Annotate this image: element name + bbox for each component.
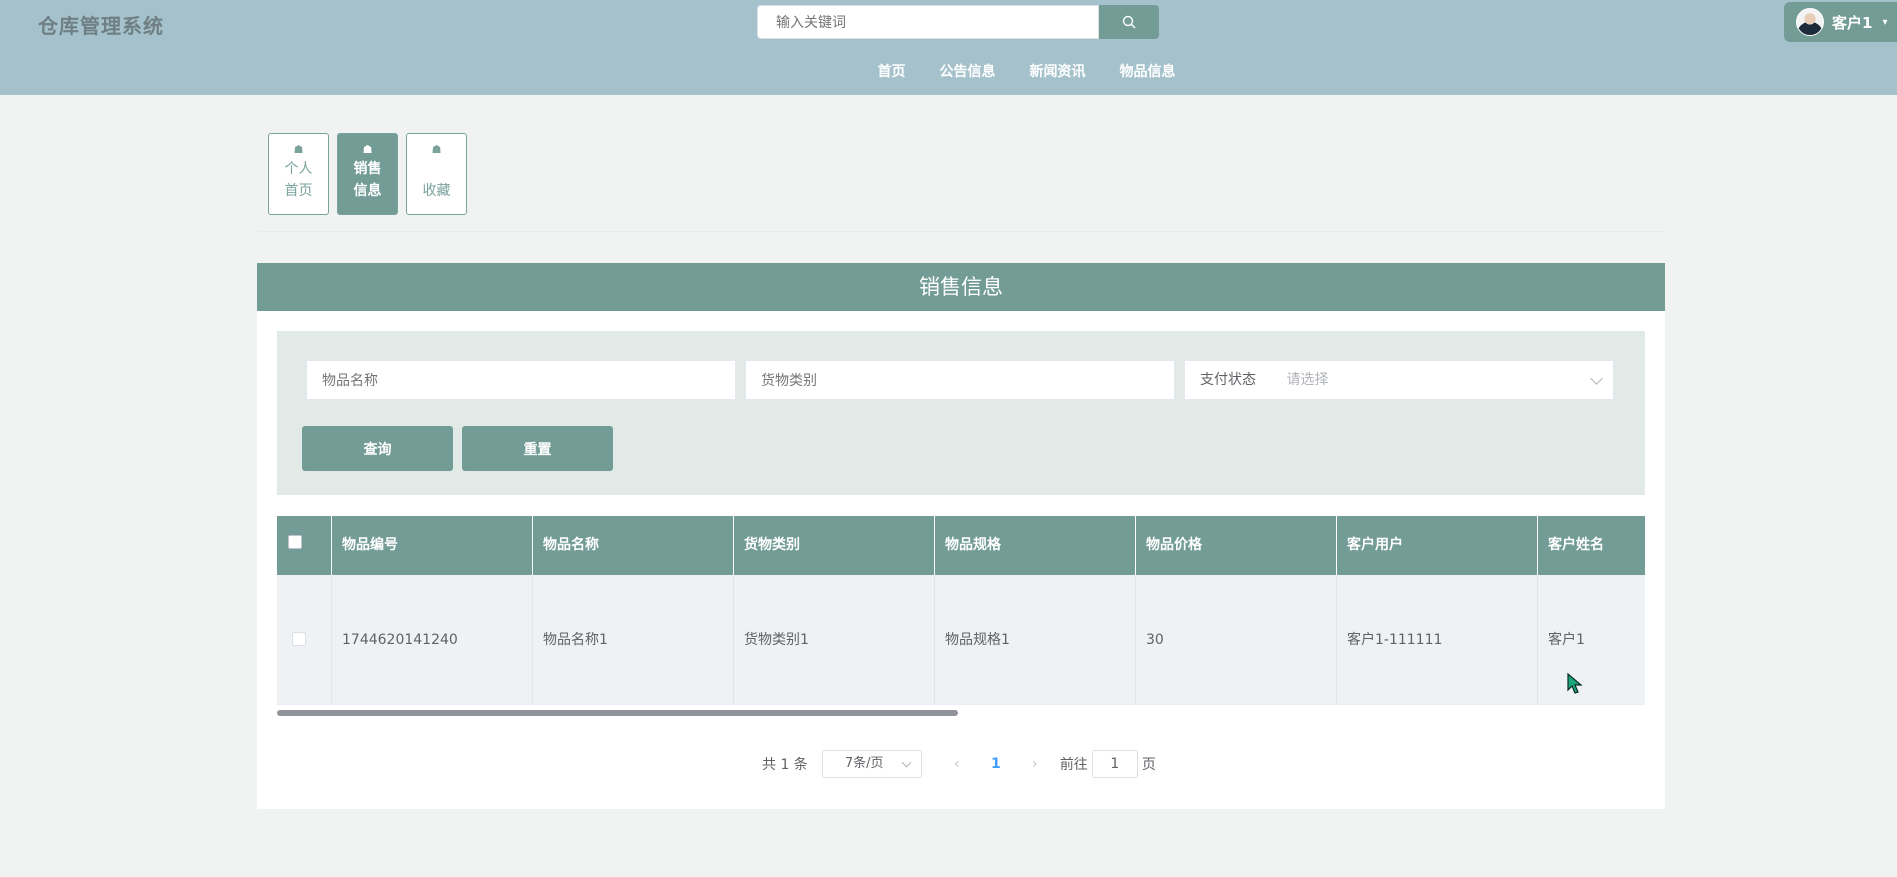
menu-label-line2: 收藏	[422, 183, 451, 199]
pay-status-label: 支付状态	[1200, 372, 1256, 388]
scrollbar-thumb[interactable]	[277, 710, 958, 716]
menu-personal-home[interactable]: ☗ 个人 首页	[268, 133, 329, 215]
home-icon: ☗	[431, 143, 442, 156]
menu-sales-info[interactable]: ☗ 销售 信息	[337, 133, 398, 215]
nav-home[interactable]: 首页	[878, 59, 906, 83]
query-button[interactable]: 查询	[302, 426, 453, 471]
select-all-cell	[277, 516, 332, 575]
row-checkbox[interactable]	[292, 632, 306, 646]
goto-suffix: 页	[1141, 757, 1156, 773]
menu-favorites[interactable]: ☗ 收藏	[406, 133, 467, 215]
sales-table: 物品编号 物品名称 货物类别 物品规格 物品价格 客户用户 客户姓名 17446…	[277, 516, 1645, 718]
category-input[interactable]	[745, 360, 1175, 400]
pay-status-select[interactable]: 支付状态 请选择	[1184, 360, 1614, 400]
col-customer-name[interactable]: 客户姓名	[1538, 516, 1645, 575]
caret-down-icon: ▾	[1882, 16, 1888, 28]
search-icon	[1122, 15, 1136, 29]
cell-item-no: 1744620141240	[332, 575, 533, 705]
col-customer-user[interactable]: 客户用户	[1337, 516, 1538, 575]
center-menu: ☗ 个人 首页 ☗ 销售 信息 ☗ 收藏	[268, 133, 467, 215]
horizontal-scrollbar[interactable]	[277, 707, 1645, 718]
sales-panel: 销售信息 支付状态 请选择 查询 重置 物品编号 物品名称 货物类别 物品规格 …	[257, 263, 1665, 809]
table-header: 物品编号 物品名称 货物类别 物品规格 物品价格 客户用户 客户姓名	[277, 516, 1645, 575]
nav-news[interactable]: 新闻资讯	[1030, 59, 1086, 83]
page-number-current[interactable]: 1	[981, 756, 1011, 772]
top-header: 仓库管理系统 首页 公告信息 新闻资讯 物品信息 客户1 ▾	[0, 0, 1897, 95]
filter-form: 支付状态 请选择 查询 重置	[277, 331, 1645, 495]
page-size-select[interactable]: 7条/页	[821, 750, 922, 778]
nav-announcements[interactable]: 公告信息	[940, 59, 996, 83]
item-name-input[interactable]	[306, 360, 736, 400]
prev-page-icon[interactable]: ‹	[942, 756, 972, 772]
chevron-down-icon	[1590, 372, 1603, 385]
row-select-cell	[277, 575, 332, 705]
table-row[interactable]: 1744620141240 物品名称1 货物类别1 物品规格1 30 客户1-1…	[277, 575, 1645, 705]
col-item-name[interactable]: 物品名称	[533, 516, 734, 575]
user-name: 客户1	[1832, 13, 1873, 32]
reset-button[interactable]: 重置	[462, 426, 613, 471]
brand-title: 仓库管理系统	[38, 14, 164, 38]
next-page-icon[interactable]: ›	[1020, 756, 1050, 772]
pagination-total: 共 1 条	[762, 757, 808, 773]
col-category[interactable]: 货物类别	[734, 516, 935, 575]
home-icon: ☗	[362, 143, 373, 156]
col-item-no[interactable]: 物品编号	[332, 516, 533, 575]
user-menu[interactable]: 客户1 ▾	[1784, 2, 1897, 42]
menu-label-line2: 首页	[284, 183, 313, 199]
select-all-checkbox[interactable]	[288, 535, 302, 549]
goto-page-input[interactable]	[1091, 750, 1138, 778]
main-nav: 首页 公告信息 新闻资讯 物品信息	[0, 59, 1897, 83]
pagination: 共 1 条 7条/页 ‹ 1 › 前往 页	[762, 750, 1156, 778]
home-icon: ☗	[293, 143, 304, 156]
divider	[258, 231, 1666, 232]
menu-label-line2: 信息	[353, 183, 382, 199]
menu-label-line1: 销售	[353, 161, 382, 177]
menu-label-line1: 个人	[284, 161, 313, 177]
search-button[interactable]	[1099, 5, 1159, 39]
cell-spec: 物品规格1	[935, 575, 1136, 705]
cell-category: 货物类别1	[734, 575, 935, 705]
col-price[interactable]: 物品价格	[1136, 516, 1337, 575]
page-size-value: 7条/页	[844, 756, 884, 771]
panel-title: 销售信息	[257, 263, 1665, 311]
mouse-cursor-icon	[1567, 673, 1583, 694]
col-spec[interactable]: 物品规格	[935, 516, 1136, 575]
cell-price: 30	[1136, 575, 1337, 705]
cell-customer-name: 客户1	[1538, 575, 1645, 705]
cell-item-name: 物品名称1	[533, 575, 734, 705]
pay-status-placeholder: 请选择	[1286, 372, 1329, 388]
search-input[interactable]	[757, 5, 1099, 39]
chevron-down-icon	[901, 757, 912, 768]
cell-customer-user: 客户1-111111	[1337, 575, 1538, 705]
nav-items[interactable]: 物品信息	[1120, 59, 1176, 83]
goto-prefix: 前往	[1059, 757, 1088, 773]
avatar	[1796, 8, 1824, 36]
